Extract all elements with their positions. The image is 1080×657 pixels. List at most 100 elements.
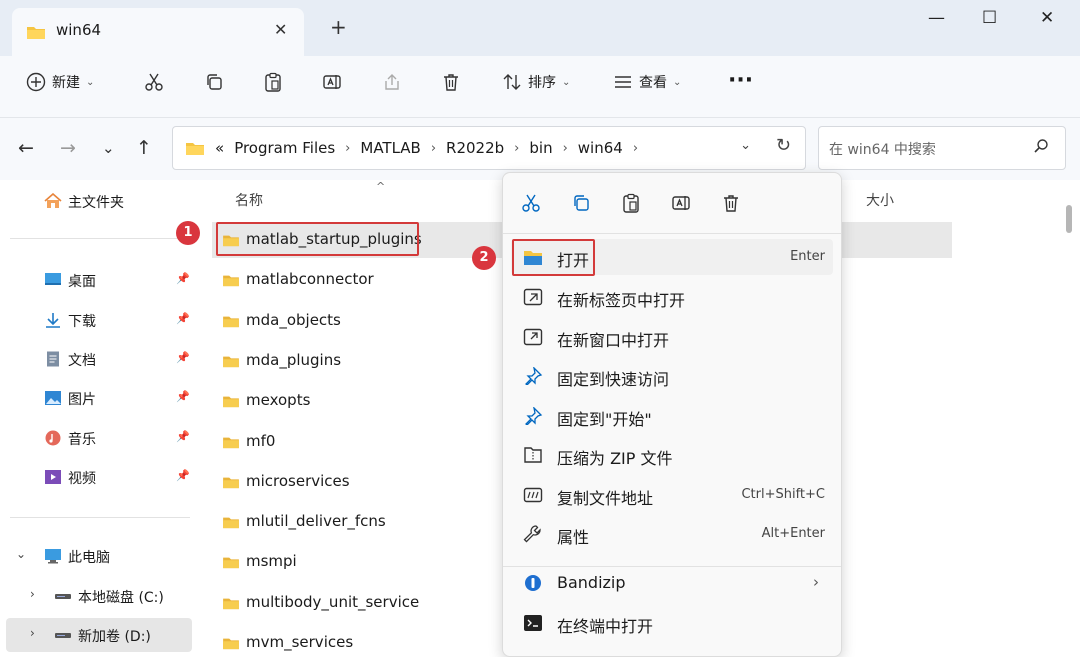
wrench-icon — [523, 525, 541, 543]
terminal-icon — [524, 615, 542, 631]
menu-item-label: 固定到快速访问 — [557, 370, 670, 389]
up-button[interactable]: ↑ — [136, 138, 152, 158]
chevron-down-icon: ⌄ — [86, 76, 95, 88]
breadcrumb-matlab[interactable]: MATLAB — [360, 139, 420, 157]
music-icon — [45, 430, 61, 446]
vertical-scrollbar[interactable] — [1066, 205, 1072, 233]
sidebar-item-pictures[interactable]: 图片 📌 — [0, 381, 200, 415]
menu-paste-button[interactable] — [621, 193, 641, 217]
chevron-right-icon[interactable]: › — [563, 141, 568, 156]
close-tab-icon[interactable]: ✕ — [274, 20, 287, 39]
sidebar-item-documents[interactable]: 文档 📌 — [0, 342, 200, 376]
new-button[interactable]: 新建 ⌄ — [26, 72, 94, 92]
sidebar-item-home[interactable]: 主文件夹 — [0, 184, 200, 218]
chevron-right-icon[interactable]: › — [431, 141, 436, 156]
sort-button[interactable]: 排序 ⌄ — [502, 72, 570, 92]
rename-button[interactable] — [322, 72, 342, 92]
breadcrumb-bin[interactable]: bin — [529, 139, 552, 157]
drive-icon — [55, 633, 71, 638]
sidebar-item-this-pc[interactable]: ⌄ 此电脑 — [0, 539, 200, 573]
search-input[interactable]: 在 win64 中搜索 — [818, 126, 1066, 170]
menu-item-copy-as-path[interactable]: 复制文件地址 Ctrl+Shift+C — [511, 477, 833, 513]
chevron-right-icon[interactable]: › — [633, 141, 638, 156]
menu-copy-button[interactable] — [571, 193, 591, 217]
menu-item-open-in-terminal[interactable]: 在终端中打开 — [511, 605, 833, 641]
pin-icon[interactable]: 📌 — [176, 469, 190, 482]
chevron-down-icon[interactable]: ⌄ — [16, 547, 26, 561]
menu-item-label: 在终端中打开 — [557, 617, 654, 636]
pin-icon[interactable]: 📌 — [176, 312, 190, 325]
video-icon — [45, 470, 61, 484]
pin-icon[interactable]: 📌 — [176, 272, 190, 285]
recent-locations-button[interactable]: ⌄ — [102, 138, 115, 158]
trash-icon — [724, 195, 738, 212]
more-options-button[interactable]: ··· — [728, 68, 753, 93]
menu-item-open-in-new-tab[interactable]: 在新标签页中打开 — [511, 279, 833, 315]
step-badge-2: 2 — [472, 246, 496, 270]
paste-button[interactable] — [263, 72, 283, 92]
sidebar-item-label: 音乐 — [68, 432, 96, 448]
file-name: mda_plugins — [246, 350, 342, 369]
chevron-down-icon: ⌄ — [673, 76, 682, 88]
sidebar-item-music[interactable]: 音乐 📌 — [0, 421, 200, 455]
pin-icon[interactable]: 📌 — [176, 430, 190, 443]
menu-item-pin-to-start[interactable]: 固定到"开始" — [511, 398, 833, 434]
file-name: msmpi — [246, 552, 297, 571]
pin-icon[interactable]: 📌 — [176, 390, 190, 403]
clipboard-icon — [265, 72, 281, 92]
chevron-right-icon[interactable]: › — [30, 587, 35, 601]
view-button[interactable]: 查看 ⌄ — [613, 72, 681, 92]
breadcrumb-program-files[interactable]: Program Files — [234, 139, 335, 157]
chevron-right-icon[interactable]: › — [30, 626, 35, 640]
tab-title: win64 — [56, 21, 102, 39]
folder-icon — [223, 316, 239, 327]
column-header-size[interactable]: 大小 — [866, 190, 894, 210]
menu-item-shortcut: Ctrl+Shift+C — [741, 486, 825, 502]
folder-icon — [223, 558, 239, 569]
menu-cut-button[interactable] — [521, 193, 541, 217]
menu-item-compress-to-zip[interactable]: 压缩为 ZIP 文件 — [511, 437, 833, 473]
delete-button[interactable] — [441, 72, 461, 92]
sidebar-item-drive-d[interactable]: › 新加卷 (D:) — [6, 618, 192, 652]
menu-item-shortcut: Enter — [790, 249, 825, 264]
view-label: 查看 — [639, 75, 667, 91]
address-dropdown-icon[interactable]: ⌄ — [740, 138, 751, 153]
sidebar-item-drive-c[interactable]: › 本地磁盘 (C:) — [0, 579, 200, 613]
menu-item-pin-to-quick-access[interactable]: 固定到快速访问 — [511, 358, 833, 394]
copy-icon — [574, 195, 589, 211]
share-button[interactable] — [382, 72, 402, 92]
column-header-name[interactable]: 名称 — [235, 190, 263, 210]
sidebar-item-desktop[interactable]: 桌面 📌 — [0, 263, 200, 297]
menu-item-properties[interactable]: 属性 Alt+Enter — [511, 516, 833, 552]
new-tab-button[interactable]: + — [330, 17, 347, 37]
maximize-button[interactable]: ☐ — [982, 8, 997, 28]
copy-path-icon — [523, 487, 543, 502]
menu-item-bandizip[interactable]: Bandizip › — [511, 565, 833, 601]
sidebar-item-videos[interactable]: 视频 📌 — [0, 460, 200, 494]
file-name: mexopts — [246, 391, 311, 410]
folder-icon — [223, 356, 239, 368]
menu-item-open-in-new-window[interactable]: 在新窗口中打开 — [511, 319, 833, 355]
overflow-chevrons[interactable]: « — [215, 139, 224, 157]
cut-button[interactable] — [144, 72, 164, 92]
copy-button[interactable] — [204, 72, 224, 92]
menu-rename-button[interactable] — [671, 193, 691, 217]
menu-delete-button[interactable] — [721, 193, 741, 217]
breadcrumb-win64[interactable]: win64 — [578, 139, 623, 157]
minimize-button[interactable]: — — [928, 8, 945, 28]
sidebar-item-label: 文档 — [68, 353, 96, 369]
pin-icon[interactable]: 📌 — [176, 351, 190, 364]
folder-icon — [223, 517, 239, 529]
chevron-right-icon[interactable]: › — [345, 141, 350, 156]
refresh-icon[interactable]: ↻ — [776, 135, 791, 156]
breadcrumb-r2022b[interactable]: R2022b — [446, 139, 504, 157]
back-button[interactable]: ← — [18, 138, 34, 158]
sidebar-item-downloads[interactable]: 下载 📌 — [0, 303, 200, 337]
close-window-button[interactable]: ✕ — [1040, 8, 1054, 28]
highlight-box-open — [512, 239, 595, 276]
forward-button[interactable]: → — [60, 138, 76, 158]
sidebar-item-label: 下载 — [68, 314, 96, 330]
tab-win64[interactable]: win64 ✕ — [12, 8, 304, 56]
chevron-right-icon[interactable]: › — [514, 141, 519, 156]
address-bar[interactable]: « Program Files › MATLAB › R2022b › bin … — [172, 126, 806, 170]
